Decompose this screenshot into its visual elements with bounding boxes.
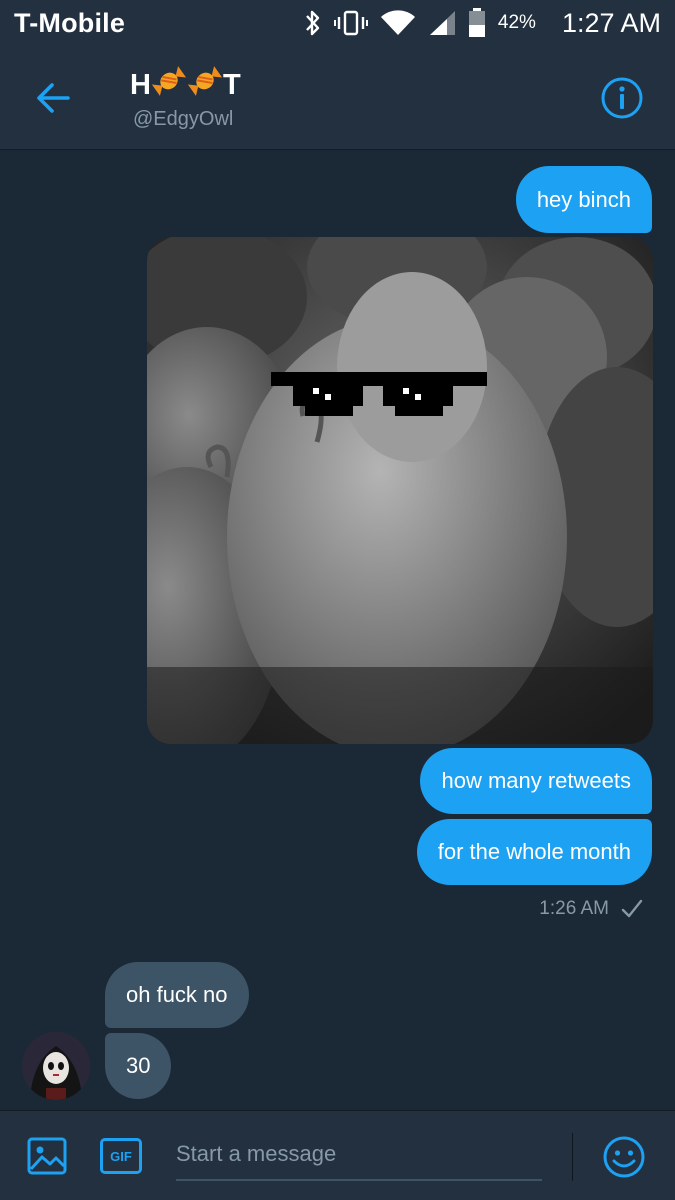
bluetooth-icon <box>304 9 322 37</box>
signal-icon <box>428 9 456 37</box>
image-icon <box>27 1137 67 1175</box>
carrier-name: T-Mobile <box>14 7 126 38</box>
status-bar: T-Mobile 42% 1:27 AM <box>0 0 675 46</box>
candy-icon <box>187 66 223 104</box>
emoji-button[interactable] <box>602 1135 646 1179</box>
checkmark-icon <box>621 899 643 918</box>
status-icons: 42% 1:27 AM <box>304 8 661 39</box>
title-part-1: H <box>130 68 151 101</box>
conversation-title-block[interactable]: H T @EdgyOwl <box>130 66 241 131</box>
conversation-handle: @EdgyOwl <box>133 108 234 130</box>
wifi-icon <box>380 9 416 37</box>
conversation-title: H T <box>130 66 241 104</box>
title-part-2: T <box>222 68 241 101</box>
sent-time: 1:26 AM <box>539 898 609 919</box>
back-button[interactable] <box>28 76 78 120</box>
conversation-header: H T @EdgyOwl <box>0 46 675 150</box>
gif-button[interactable]: GIF <box>100 1138 142 1174</box>
sent-message[interactable]: how many retweets <box>420 748 652 814</box>
sent-message[interactable]: hey binch <box>515 166 652 233</box>
battery-percent: 42% <box>497 12 536 33</box>
sent-message[interactable]: for the whole month <box>416 819 652 885</box>
avatar[interactable] <box>22 1032 90 1100</box>
smiley-icon <box>603 1136 645 1178</box>
vibrate-icon <box>333 9 368 37</box>
info-icon <box>601 77 643 119</box>
sent-image-message[interactable] <box>147 237 653 744</box>
message-timestamp: 1:26 AM <box>539 898 643 920</box>
avatar-image <box>22 1032 90 1100</box>
battery-icon <box>468 8 486 38</box>
arrow-left-icon <box>37 83 70 113</box>
message-composer: GIF <box>0 1110 675 1200</box>
received-message[interactable]: 30 <box>105 1033 172 1099</box>
message-photo <box>147 237 653 744</box>
received-message[interactable]: oh fuck no <box>105 962 249 1028</box>
candy-icon <box>151 66 187 104</box>
info-button[interactable] <box>600 76 644 120</box>
message-input[interactable] <box>176 1129 542 1181</box>
status-clock: 1:27 AM <box>561 7 661 38</box>
composer-divider <box>572 1133 573 1181</box>
add-media-button[interactable] <box>26 1135 68 1177</box>
